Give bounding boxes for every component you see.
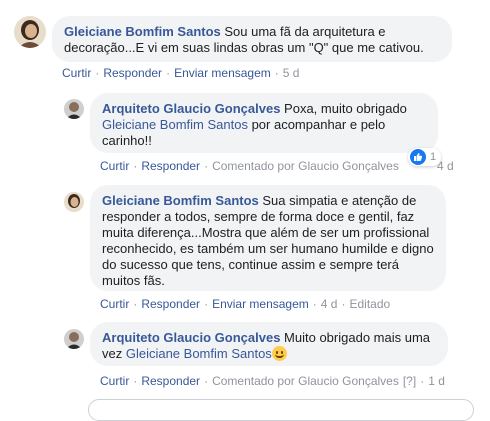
avatar[interactable] <box>14 16 46 48</box>
timestamp[interactable]: 4 d <box>437 158 454 174</box>
commented-by: Comentado por Glaucio Gonçalves <box>212 159 399 173</box>
help-link[interactable]: [?] <box>403 374 416 388</box>
reply-input[interactable] <box>88 399 474 421</box>
reply-link[interactable]: Responder <box>103 66 162 80</box>
mention-link[interactable]: Gleiciane Bomfim Santos <box>126 346 272 361</box>
like-link[interactable]: Curtir <box>62 66 91 80</box>
comment-text: Poxa, muito obrigado <box>280 101 407 116</box>
send-message-link[interactable]: Enviar mensagem <box>212 297 309 311</box>
avatar[interactable] <box>64 329 84 349</box>
mention-link[interactable]: Gleiciane Bomfim Santos <box>102 117 248 132</box>
comment-bubble: Gleiciane Bomfim Santos Sua simpatia e a… <box>90 185 446 291</box>
comment-author[interactable]: Arquiteto Glaucio Gonçalves <box>102 330 280 345</box>
comment-author[interactable]: Gleiciane Bomfim Santos <box>102 193 259 208</box>
send-message-link[interactable]: Enviar mensagem <box>174 66 271 80</box>
reply-link[interactable]: Responder <box>141 374 200 388</box>
like-link[interactable]: Curtir <box>100 159 129 173</box>
reaction-count: 1 <box>430 151 437 163</box>
timestamp[interactable]: 1 d <box>428 374 445 388</box>
comment-actions: Curtir · Responder · Enviar mensagem · 5 d <box>62 66 300 80</box>
smile-emoji-icon <box>271 346 287 361</box>
timestamp[interactable]: 4 d <box>321 297 338 311</box>
reply-link[interactable]: Responder <box>141 297 200 311</box>
comment-actions: Curtir · Responder · Comentado por Glaucio G… <box>100 374 445 388</box>
comment-bubble: Gleiciane Bomfim Santos Sou uma fã da ar… <box>52 16 452 62</box>
comment-bubble: Arquiteto Glaucio Gonçalves Muito obriga… <box>90 322 448 366</box>
like-link[interactable]: Curtir <box>100 374 129 388</box>
comment-author[interactable]: Gleiciane Bomfim Santos <box>64 24 221 39</box>
timestamp[interactable]: 5 d <box>283 66 300 80</box>
comment-author[interactable]: Arquiteto Glaucio Gonçalves <box>102 101 280 116</box>
reply-link[interactable]: Responder <box>141 159 200 173</box>
avatar[interactable] <box>64 99 84 119</box>
commented-by: Comentado por Glaucio Gonçalves <box>212 374 399 388</box>
comment-actions: Curtir · Responder · Comentado por Glaucio G… <box>100 159 399 173</box>
comment-bubble: Arquiteto Glaucio Gonçalves Poxa, muito … <box>90 93 438 153</box>
like-link[interactable]: Curtir <box>100 297 129 311</box>
avatar[interactable] <box>64 192 84 212</box>
edited-label[interactable]: Editado <box>349 297 390 311</box>
like-icon <box>410 149 426 166</box>
comment-actions: Curtir · Responder · Enviar mensagem · 4 d · Edi… <box>100 297 391 311</box>
